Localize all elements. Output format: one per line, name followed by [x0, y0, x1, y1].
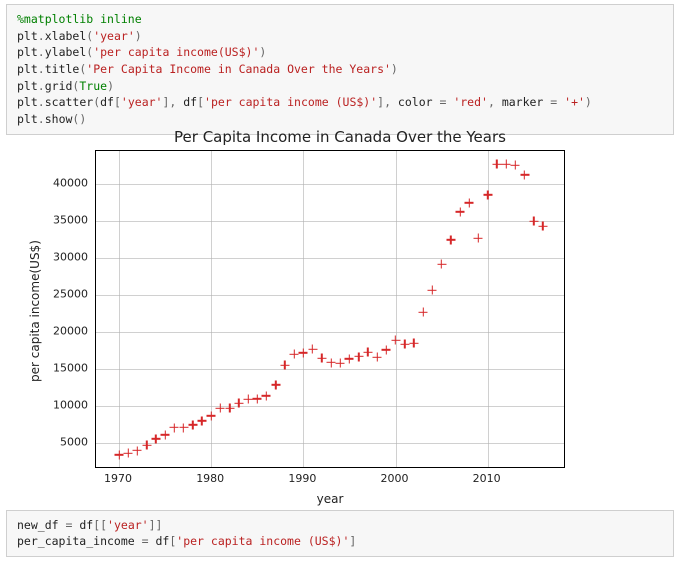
grid-line [96, 406, 564, 407]
data-point [133, 446, 142, 455]
data-point [271, 380, 280, 389]
code-line: new_df = df[['year']] [17, 517, 663, 534]
grid-line [96, 443, 564, 444]
data-point [244, 395, 253, 404]
grid-line [396, 151, 397, 467]
plot-output: Per Capita Income in Canada Over the Yea… [0, 122, 680, 522]
x-tick-label: 1990 [288, 472, 316, 485]
data-point [511, 161, 520, 170]
data-point [327, 358, 336, 367]
data-point [502, 160, 511, 169]
grid-line [119, 151, 120, 467]
grid-line [96, 258, 564, 259]
grid-line [96, 369, 564, 370]
axes-area [95, 150, 565, 468]
grid-line [303, 151, 304, 467]
grid-line [96, 221, 564, 222]
data-point [124, 449, 133, 458]
data-point [345, 354, 354, 363]
code-cell-top[interactable]: %matplotlib inlineplt.xlabel('year')plt.… [6, 4, 674, 135]
code-line: plt.ylabel('per capita income(US$)') [17, 44, 663, 61]
data-point [262, 391, 271, 400]
data-point [373, 353, 382, 362]
data-point [179, 423, 188, 432]
y-tick-label: 10000 [18, 399, 88, 412]
data-point [354, 352, 363, 361]
x-tick-label: 1980 [196, 472, 224, 485]
grid-line [96, 332, 564, 333]
grid-line [96, 184, 564, 185]
data-point [538, 222, 547, 231]
data-point [465, 198, 474, 207]
jupyter-page: %matplotlib inlineplt.xlabel('year')plt.… [0, 0, 680, 561]
y-tick-label: 15000 [18, 362, 88, 375]
data-point [290, 350, 299, 359]
data-point [456, 207, 465, 216]
code-line: %matplotlib inline [17, 11, 663, 28]
x-tick-label: 2000 [381, 472, 409, 485]
data-point [188, 420, 197, 429]
code-line: per_capita_income = df['per capita incom… [17, 533, 663, 550]
data-point [197, 416, 206, 425]
data-point [170, 423, 179, 432]
data-point [253, 394, 262, 403]
data-point [492, 160, 501, 169]
grid-line [96, 295, 564, 296]
data-point [336, 359, 345, 368]
x-tick-label: 1970 [104, 472, 132, 485]
data-point [520, 170, 529, 179]
code-cell-bottom[interactable]: new_df = df[['year']]per_capita_income =… [6, 510, 674, 557]
code-line: plt.grid(True) [17, 78, 663, 95]
x-tick-label: 2010 [473, 472, 501, 485]
data-point [363, 348, 372, 357]
x-axis-label: year [317, 492, 344, 506]
data-point [474, 234, 483, 243]
data-point [382, 345, 391, 354]
grid-line [211, 151, 212, 467]
data-point [409, 339, 418, 348]
chart-title: Per Capita Income in Canada Over the Yea… [0, 128, 680, 146]
data-point [428, 286, 437, 295]
code-line: plt.title('Per Capita Income in Canada O… [17, 61, 663, 78]
data-point [446, 235, 455, 244]
y-tick-label: 20000 [18, 325, 88, 338]
data-point [437, 260, 446, 269]
data-point [151, 434, 160, 443]
y-tick-label: 35000 [18, 214, 88, 227]
data-point [161, 430, 170, 439]
y-tick-label: 30000 [18, 251, 88, 264]
data-point [317, 354, 326, 363]
data-point [400, 340, 409, 349]
grid-line [488, 151, 489, 467]
y-tick-label: 25000 [18, 288, 88, 301]
y-tick-label: 5000 [18, 436, 88, 449]
data-point [419, 308, 428, 317]
data-point [308, 345, 317, 354]
code-line: plt.scatter(df['year'], df['per capita i… [17, 94, 663, 111]
y-tick-label: 40000 [18, 177, 88, 190]
code-line: plt.xlabel('year') [17, 28, 663, 45]
